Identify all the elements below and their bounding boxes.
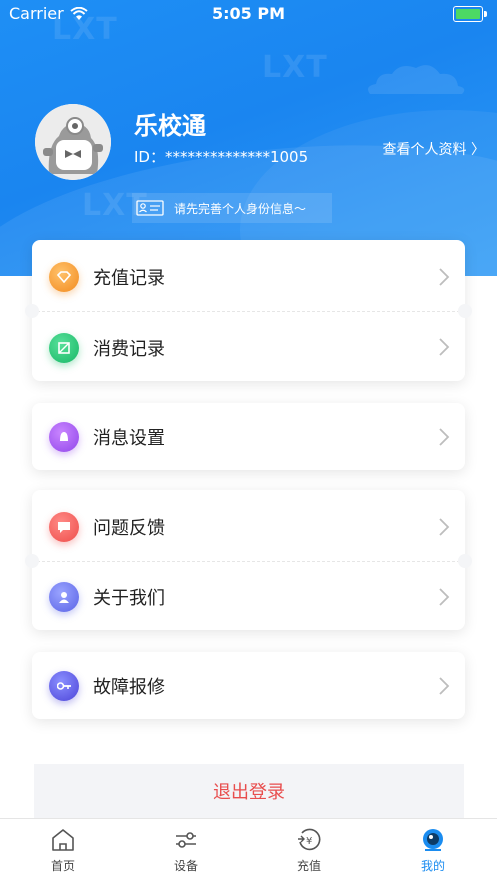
- identity-verify-banner[interactable]: 请先完善个人身份信息～: [132, 193, 332, 223]
- records-card: 充值记录 消费记录: [32, 240, 465, 381]
- battery-icon: [453, 6, 487, 22]
- menu-label: 问题反馈: [93, 518, 165, 539]
- card-notch: [25, 554, 39, 568]
- card-notch: [25, 304, 39, 318]
- menu-label: 故障报修: [93, 676, 165, 698]
- chevron-right-icon: [439, 338, 450, 356]
- chevron-right-icon: [439, 677, 450, 695]
- chevron-right-icon: [439, 588, 450, 606]
- tab-recharge[interactable]: ¥ 充值: [269, 819, 349, 884]
- watermark: LXT: [262, 50, 328, 85]
- mascot-icon: [49, 582, 79, 612]
- support-card: 问题反馈 关于我们: [32, 490, 465, 630]
- menu-item-recharge-records[interactable]: 充值记录: [32, 240, 465, 314]
- menu-item-about-us[interactable]: 关于我们: [32, 564, 465, 630]
- divider: [32, 311, 465, 312]
- tab-devices[interactable]: 设备: [146, 819, 226, 884]
- card-notch: [458, 304, 472, 318]
- menu-item-consumption-records[interactable]: 消费记录: [32, 314, 465, 381]
- sliders-icon: [176, 832, 196, 848]
- svg-text:¥: ¥: [306, 836, 312, 847]
- menu-item-feedback[interactable]: 问题反馈: [32, 490, 465, 564]
- avatar[interactable]: [35, 104, 111, 180]
- tab-mine[interactable]: 我的: [393, 819, 473, 884]
- profile-header: LXT LXT LXT Carrier 5:05 PM 乐校通 ID：*****…: [0, 0, 497, 276]
- tab-label: 我的: [420, 859, 445, 873]
- menu-item-message-settings[interactable]: 消息设置: [32, 403, 465, 470]
- chevron-right-icon: [439, 518, 450, 536]
- settings-card: 消息设置: [32, 403, 465, 470]
- chevron-right-icon: [439, 268, 450, 286]
- diamond-icon: [49, 262, 79, 292]
- cloud-decoration: [368, 65, 465, 94]
- home-icon: [52, 829, 74, 851]
- id-card-icon: [136, 200, 164, 216]
- tab-label: 设备: [173, 859, 198, 873]
- tab-label: 充值: [296, 859, 321, 873]
- menu-label: 消息设置: [93, 427, 165, 449]
- tab-bar: 首页 设备 ¥ 充值 我的: [0, 818, 497, 884]
- status-time: 5:05 PM: [211, 4, 285, 23]
- verify-prompt: 请先完善个人身份信息～: [174, 201, 307, 216]
- tab-home[interactable]: 首页: [23, 819, 103, 884]
- menu-label: 关于我们: [93, 588, 165, 609]
- view-profile-link[interactable]: 查看个人资料 〉: [383, 139, 485, 159]
- robot-avatar-icon: [35, 104, 111, 180]
- repair-card: 故障报修: [32, 652, 465, 719]
- receipt-icon: [49, 332, 79, 363]
- user-avatar-icon: [423, 829, 443, 851]
- chevron-right-icon: [439, 428, 450, 446]
- recharge-yen-icon: ¥: [298, 828, 321, 851]
- tab-label: 首页: [50, 859, 75, 873]
- profile-id: ID：**************1005: [134, 148, 309, 166]
- wrench-icon: [49, 670, 79, 701]
- logout-button[interactable]: 退出登录: [34, 764, 464, 818]
- status-bar: Carrier 5:05 PM: [0, 0, 497, 28]
- card-notch: [458, 554, 472, 568]
- bell-icon: [49, 421, 79, 452]
- menu-label: 消费记录: [93, 338, 165, 360]
- profile-name: 乐校通: [134, 112, 206, 140]
- menu-item-repair[interactable]: 故障报修: [32, 652, 465, 719]
- divider: [32, 561, 465, 562]
- chat-icon: [49, 512, 79, 542]
- menu-label: 充值记录: [93, 268, 165, 289]
